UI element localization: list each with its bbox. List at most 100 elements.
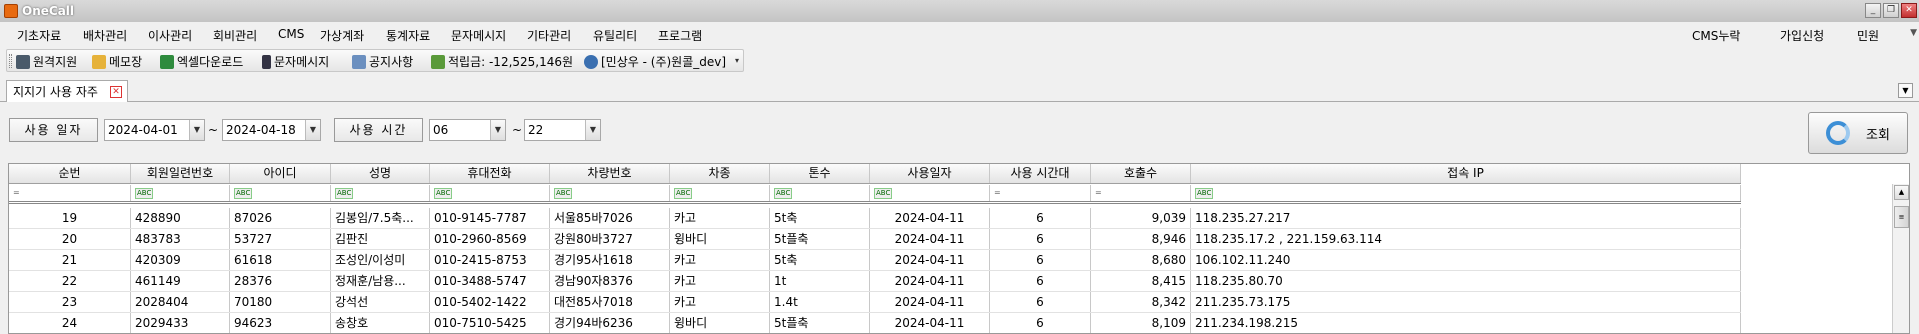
cell-call-count[interactable]: 8,946 (1091, 229, 1191, 249)
filter-cell-time-slot[interactable]: = (990, 185, 1091, 201)
menu-item-complaint[interactable]: 민원 (1857, 27, 1879, 44)
toolbar-grip-icon[interactable] (9, 54, 12, 68)
chevron-down-icon[interactable]: ▼ (189, 120, 204, 140)
filter-cell-name[interactable]: ABC (331, 185, 430, 201)
scroll-thumb[interactable]: ≡ (1894, 206, 1909, 228)
cell-name[interactable]: 정재훈/남용... (331, 271, 430, 291)
cell-access-ip[interactable]: 118.235.80.70 (1191, 271, 1741, 291)
column-header-vehicle-type[interactable]: 차종 (670, 164, 770, 183)
tab-menu-icon[interactable]: ▼ (1898, 83, 1913, 98)
cell-time-slot[interactable]: 6 (990, 313, 1091, 333)
cell-call-count[interactable]: 9,039 (1091, 208, 1191, 228)
column-header-member-no[interactable]: 회원일련번호 (131, 164, 230, 183)
menu-item-program[interactable]: 프로그램 (658, 27, 702, 44)
menu-item-cms[interactable]: CMS (278, 27, 304, 41)
cell-member-no[interactable]: 2028404 (131, 292, 230, 312)
cell-call-count[interactable]: 8,680 (1091, 250, 1191, 270)
column-header-use-date[interactable]: 사용일자 (870, 164, 990, 183)
menu-item-fees[interactable]: 회비관리 (213, 27, 257, 44)
menu-item-signup[interactable]: 가입신청 (1780, 27, 1824, 44)
cell-vehicle-type[interactable]: 윙바디 (670, 313, 770, 333)
cell-access-ip[interactable]: 118.235.27.217 (1191, 208, 1741, 228)
filter-cell-tonnage[interactable]: ABC (770, 185, 870, 201)
cell-member-no[interactable]: 428890 (131, 208, 230, 228)
cell-access-ip[interactable]: 211.234.198.215 (1191, 313, 1741, 333)
column-header-seq[interactable]: 순번 (9, 164, 131, 183)
filter-cell-plate[interactable]: ABC (550, 185, 670, 201)
close-tab-icon[interactable]: ✕ (110, 86, 122, 98)
menu-item-dispatch[interactable]: 배차관리 (83, 27, 127, 44)
cell-plate[interactable]: 대전85사7018 (550, 292, 670, 312)
menu-item-virtual-account[interactable]: 가상계좌 (320, 27, 364, 44)
cell-seq[interactable]: 19 (9, 208, 131, 228)
cell-tonnage[interactable]: 5t플축 (770, 313, 870, 333)
menu-item-sms[interactable]: 문자메시지 (451, 27, 506, 44)
remote-support-button[interactable]: 원격지원 (16, 53, 77, 70)
table-row[interactable]: 22 461149 28376 정재훈/남용... 010-3488-5747 경남90자… (9, 271, 1741, 292)
cell-vehicle-type[interactable]: 카고 (670, 292, 770, 312)
cell-name[interactable]: 김판진 (331, 229, 430, 249)
menu-item-basic[interactable]: 기초자료 (17, 27, 61, 44)
cell-seq[interactable]: 22 (9, 271, 131, 291)
date-to-picker[interactable]: 2024-04-18 ▼ (222, 119, 321, 141)
cell-phone[interactable]: 010-5402-1422 (430, 292, 550, 312)
menu-item-stats[interactable]: 통계자료 (386, 27, 430, 44)
cell-phone[interactable]: 010-2960-8569 (430, 229, 550, 249)
filter-cell-call-count[interactable]: = (1091, 185, 1191, 201)
restore-icon[interactable]: ❐ (1883, 3, 1899, 18)
sms-button[interactable]: 문자메시지 (262, 53, 329, 70)
filter-cell-seq[interactable]: = (9, 185, 131, 201)
filter-cell-access-ip[interactable]: ABC (1191, 185, 1741, 201)
tab-usage-frequency[interactable]: 지지기 사용 자주 ✕ (6, 80, 128, 102)
menu-item-etc[interactable]: 기타관리 (527, 27, 571, 44)
vertical-scrollbar[interactable]: ▲ ≡ (1892, 184, 1909, 333)
cell-phone[interactable]: 010-9145-7787 (430, 208, 550, 228)
cell-access-ip[interactable]: 211.235.73.175 (1191, 292, 1741, 312)
time-from-select[interactable]: 06 ▼ (429, 119, 506, 141)
cell-tonnage[interactable]: 1t (770, 271, 870, 291)
column-header-time-slot[interactable]: 사용 시간대 (990, 164, 1091, 183)
menu-overflow-icon[interactable]: ▼ (1910, 28, 1917, 38)
cell-plate[interactable]: 서울85바7026 (550, 208, 670, 228)
cell-plate[interactable]: 강원80바3727 (550, 229, 670, 249)
cell-name[interactable]: 송창호 (331, 313, 430, 333)
cell-tonnage[interactable]: 1.4t (770, 292, 870, 312)
table-row[interactable]: 20 483783 53727 김판진 010-2960-8569 강원80바3727 윙바… (9, 229, 1741, 250)
chevron-down-icon[interactable]: ▼ (305, 120, 320, 140)
excel-download-button[interactable]: 엑셀다운로드 (160, 53, 243, 70)
cell-use-date[interactable]: 2024-04-11 (870, 229, 990, 249)
cell-id[interactable]: 94623 (230, 313, 331, 333)
column-header-plate[interactable]: 차량번호 (550, 164, 670, 183)
notice-button[interactable]: 공지사항 (352, 53, 413, 70)
cell-phone[interactable]: 010-7510-5425 (430, 313, 550, 333)
cell-seq[interactable]: 20 (9, 229, 131, 249)
cell-phone[interactable]: 010-3488-5747 (430, 271, 550, 291)
cell-tonnage[interactable]: 5t플축 (770, 229, 870, 249)
cell-call-count[interactable]: 8,109 (1091, 313, 1191, 333)
cell-tonnage[interactable]: 5t축 (770, 208, 870, 228)
cell-id[interactable]: 87026 (230, 208, 331, 228)
column-header-id[interactable]: 아이디 (230, 164, 331, 183)
cell-plate[interactable]: 경기95사1618 (550, 250, 670, 270)
cell-time-slot[interactable]: 6 (990, 229, 1091, 249)
table-row[interactable]: 21 420309 61618 조성인/이성미 010-2415-8753 경기95사16… (9, 250, 1741, 271)
filter-cell-use-date[interactable]: ABC (870, 185, 990, 201)
cell-use-date[interactable]: 2024-04-11 (870, 271, 990, 291)
cell-id[interactable]: 53727 (230, 229, 331, 249)
cell-name[interactable]: 강석선 (331, 292, 430, 312)
filter-cell-vehicle-type[interactable]: ABC (670, 185, 770, 201)
table-row[interactable]: 23 2028404 70180 강석선 010-5402-1422 대전85사7018 카… (9, 292, 1741, 313)
cell-plate[interactable]: 경기94바6236 (550, 313, 670, 333)
cell-vehicle-type[interactable]: 카고 (670, 250, 770, 270)
scroll-up-icon[interactable]: ▲ (1894, 185, 1909, 200)
cell-vehicle-type[interactable]: 카고 (670, 208, 770, 228)
cell-time-slot[interactable]: 6 (990, 208, 1091, 228)
table-row[interactable]: 19 428890 87026 김봉임/7.5축... 010-9145-7787 서울8… (9, 208, 1741, 229)
search-button[interactable]: 조회 (1808, 112, 1908, 154)
cell-call-count[interactable]: 8,415 (1091, 271, 1191, 291)
cell-call-count[interactable]: 8,342 (1091, 292, 1191, 312)
filter-cell-phone[interactable]: ABC (430, 185, 550, 201)
cell-time-slot[interactable]: 6 (990, 292, 1091, 312)
cell-vehicle-type[interactable]: 윙바디 (670, 229, 770, 249)
cell-access-ip[interactable]: 106.102.11.240 (1191, 250, 1741, 270)
